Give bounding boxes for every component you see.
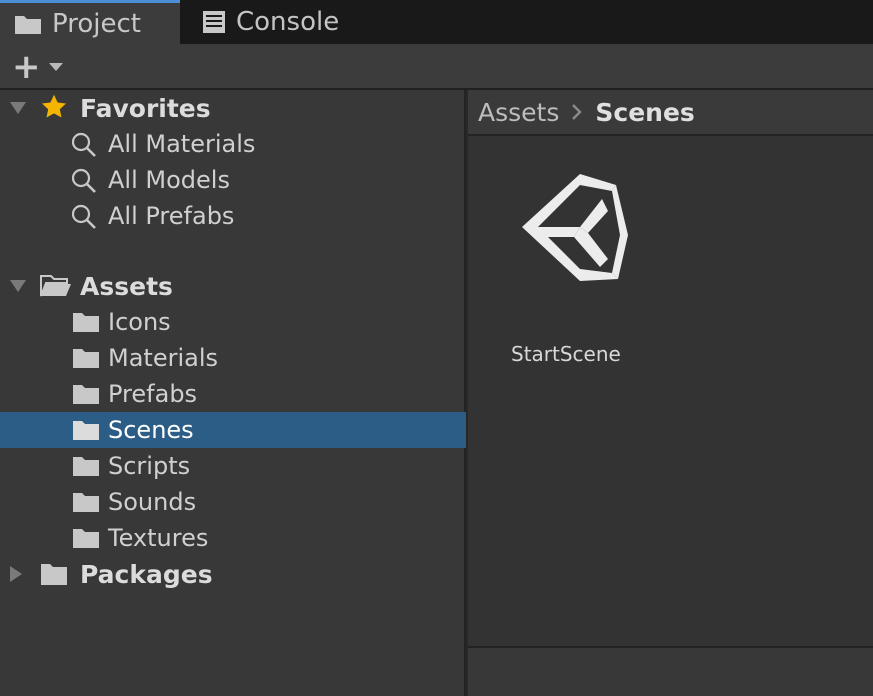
tree-item-label: All Materials	[108, 130, 256, 158]
tree-item-label: Textures	[108, 524, 209, 552]
tree-item-label: Icons	[108, 308, 171, 336]
tree-item-label: Scripts	[108, 452, 191, 480]
tree-item-all-prefabs[interactable]: All Prefabs	[0, 198, 466, 234]
tab-bar: Project Console	[0, 0, 873, 44]
toolbar: +	[0, 44, 873, 90]
tree-item-label: Sounds	[108, 488, 197, 516]
search-icon	[70, 131, 98, 159]
folder-icon	[15, 15, 41, 34]
tree-item-sounds[interactable]: Sounds	[0, 484, 466, 520]
tab-label: Console	[236, 7, 340, 37]
folder-icon	[72, 527, 100, 549]
folder-icon	[72, 383, 100, 405]
status-bar	[468, 646, 873, 696]
tree-item-textures[interactable]: Textures	[0, 520, 466, 556]
project-tree: Favorites All Materials All Models All P…	[0, 90, 466, 696]
tree-item-label: All Prefabs	[108, 202, 235, 230]
unity-scene-icon	[522, 174, 628, 281]
folder-icon	[72, 455, 100, 477]
breadcrumb-assets[interactable]: Assets	[478, 98, 559, 127]
tree-item-materials[interactable]: Materials	[0, 340, 466, 376]
folder-icon	[72, 347, 100, 369]
expand-arrow-icon[interactable]	[10, 102, 26, 114]
expand-arrow-icon[interactable]	[10, 566, 22, 582]
folder-icon	[40, 562, 68, 586]
tree-item-icons[interactable]: Icons	[0, 304, 466, 340]
star-icon	[40, 93, 68, 121]
tree-item-label: Favorites	[80, 93, 211, 123]
open-folder-icon	[40, 274, 72, 298]
folder-icon	[72, 311, 100, 333]
tree-item-favorites[interactable]: Favorites	[0, 90, 466, 126]
tab-project[interactable]: Project	[0, 0, 180, 44]
chevron-right-icon	[571, 103, 583, 121]
tab-console[interactable]: Console	[184, 0, 364, 44]
breadcrumb: Assets Scenes	[468, 90, 873, 136]
tree-item-all-materials[interactable]: All Materials	[0, 126, 466, 162]
add-button[interactable]: +	[12, 47, 72, 87]
breadcrumb-scenes[interactable]: Scenes	[595, 98, 694, 127]
tree-item-label: Scenes	[108, 416, 194, 444]
folder-icon	[72, 491, 100, 513]
asset-grid: StartScene	[468, 136, 873, 646]
tree-item-scenes[interactable]: Scenes	[0, 412, 466, 448]
folder-icon	[72, 419, 100, 441]
console-icon	[203, 11, 225, 33]
asset-label: StartScene	[511, 342, 621, 366]
search-icon	[70, 167, 98, 195]
chevron-down-icon	[48, 63, 63, 71]
tree-item-label: Assets	[80, 271, 173, 301]
tab-label: Project	[52, 8, 141, 39]
tree-item-label: All Models	[108, 166, 230, 194]
search-icon	[70, 203, 98, 231]
tree-item-packages[interactable]: Packages	[0, 556, 466, 592]
tree-item-label: Prefabs	[108, 380, 198, 408]
tree-item-all-models[interactable]: All Models	[0, 162, 466, 198]
tree-item-prefabs[interactable]: Prefabs	[0, 376, 466, 412]
plus-icon: +	[12, 47, 41, 87]
tree-item-scripts[interactable]: Scripts	[0, 448, 466, 484]
tree-item-label: Packages	[80, 559, 213, 589]
expand-arrow-icon[interactable]	[10, 280, 26, 292]
tree-item-label: Materials	[108, 344, 219, 372]
tree-item-assets[interactable]: Assets	[0, 268, 466, 304]
